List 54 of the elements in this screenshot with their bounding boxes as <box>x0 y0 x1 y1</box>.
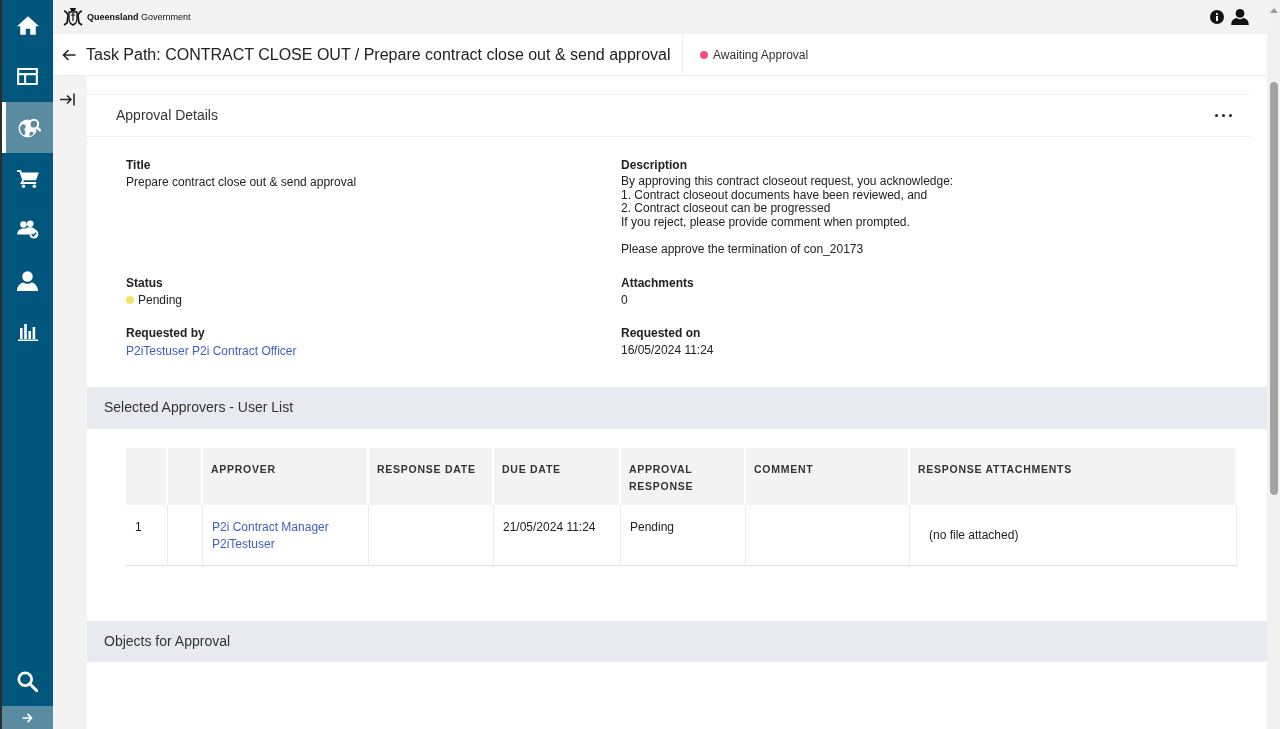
table-cell: Pending <box>621 504 746 565</box>
back-arrow-icon <box>62 48 76 61</box>
description-text: By approving this contract closeout request, you acknowledge: 1. Contract closeout documents have been reviewed, and 2. Contract closeout can be progressed If you reject, please provide comment when prompted. <box>621 175 955 230</box>
user-icon <box>1231 9 1249 25</box>
collapse-button[interactable] <box>60 93 75 106</box>
field-label: Status <box>126 275 164 290</box>
bar-chart-icon <box>17 322 38 341</box>
layout-icon <box>17 68 38 85</box>
table-cell: 21/05/2024 11:24 <box>494 504 621 565</box>
more-icon <box>1215 114 1232 117</box>
logo-text: Queensland Government <box>87 12 191 22</box>
field-value: 0 <box>621 292 629 307</box>
card-title: Approval Details <box>116 106 218 125</box>
arrow-right-icon <box>22 712 33 723</box>
field-value: Prepare contract close out & send approval <box>126 175 358 189</box>
field-label: Description <box>621 158 688 172</box>
approver-link[interactable]: P2i Contract Manager P2iTestuser <box>212 518 356 553</box>
section-header: Objects for Approval <box>87 620 1267 662</box>
crest-icon <box>62 7 84 27</box>
field-value: Pending <box>138 292 183 307</box>
table-cell: (no file attached) <box>910 504 1237 565</box>
column-header: DUE DATE <box>494 447 621 505</box>
cart-icon <box>16 169 39 188</box>
scrollbar[interactable] <box>1267 0 1280 729</box>
column-header: APPROVER <box>203 447 369 505</box>
user-link[interactable]: P2iTestuser P2i Contract Officer <box>126 343 297 358</box>
section-header: Selected Approvers - User List <box>87 386 1267 429</box>
column-header: COMMENT <box>746 447 910 505</box>
arrow-to-bar-icon <box>60 93 75 106</box>
field-label: Requested on <box>621 325 702 340</box>
scrollbar-thumb[interactable] <box>1269 82 1278 495</box>
sidebar-button[interactable] <box>2 102 53 153</box>
field-label: Attachments <box>621 275 695 290</box>
column-header: RESPONSE DATE <box>369 447 494 505</box>
scroll-up-icon <box>1269 8 1278 13</box>
home-icon <box>16 16 39 35</box>
table-cell: 1 <box>126 504 168 565</box>
description-text: Please approve the termination of con_20173 <box>621 242 865 257</box>
user-button[interactable] <box>1231 9 1249 25</box>
info-button[interactable] <box>1210 10 1224 24</box>
more-button[interactable] <box>1215 114 1232 117</box>
field-label: Requested by <box>126 325 206 340</box>
field-label: Title <box>126 158 152 172</box>
user-icon <box>17 270 38 291</box>
globe-search-icon <box>18 117 41 138</box>
field-value: 16/05/2024 11:24 <box>621 342 715 357</box>
search-icon <box>17 670 38 692</box>
info-icon <box>1210 10 1224 24</box>
users-check-icon <box>16 220 39 239</box>
page-title: Task Path: CONTRACT CLOSE OUT / Prepare contract close out & send approval <box>86 44 671 65</box>
status-label: Awaiting Approval <box>713 46 809 64</box>
back-button[interactable] <box>62 48 76 61</box>
column-header: RESPONSE ATTACHMENTS <box>910 447 1237 505</box>
column-header: APPROVAL RESPONSE <box>621 447 746 505</box>
